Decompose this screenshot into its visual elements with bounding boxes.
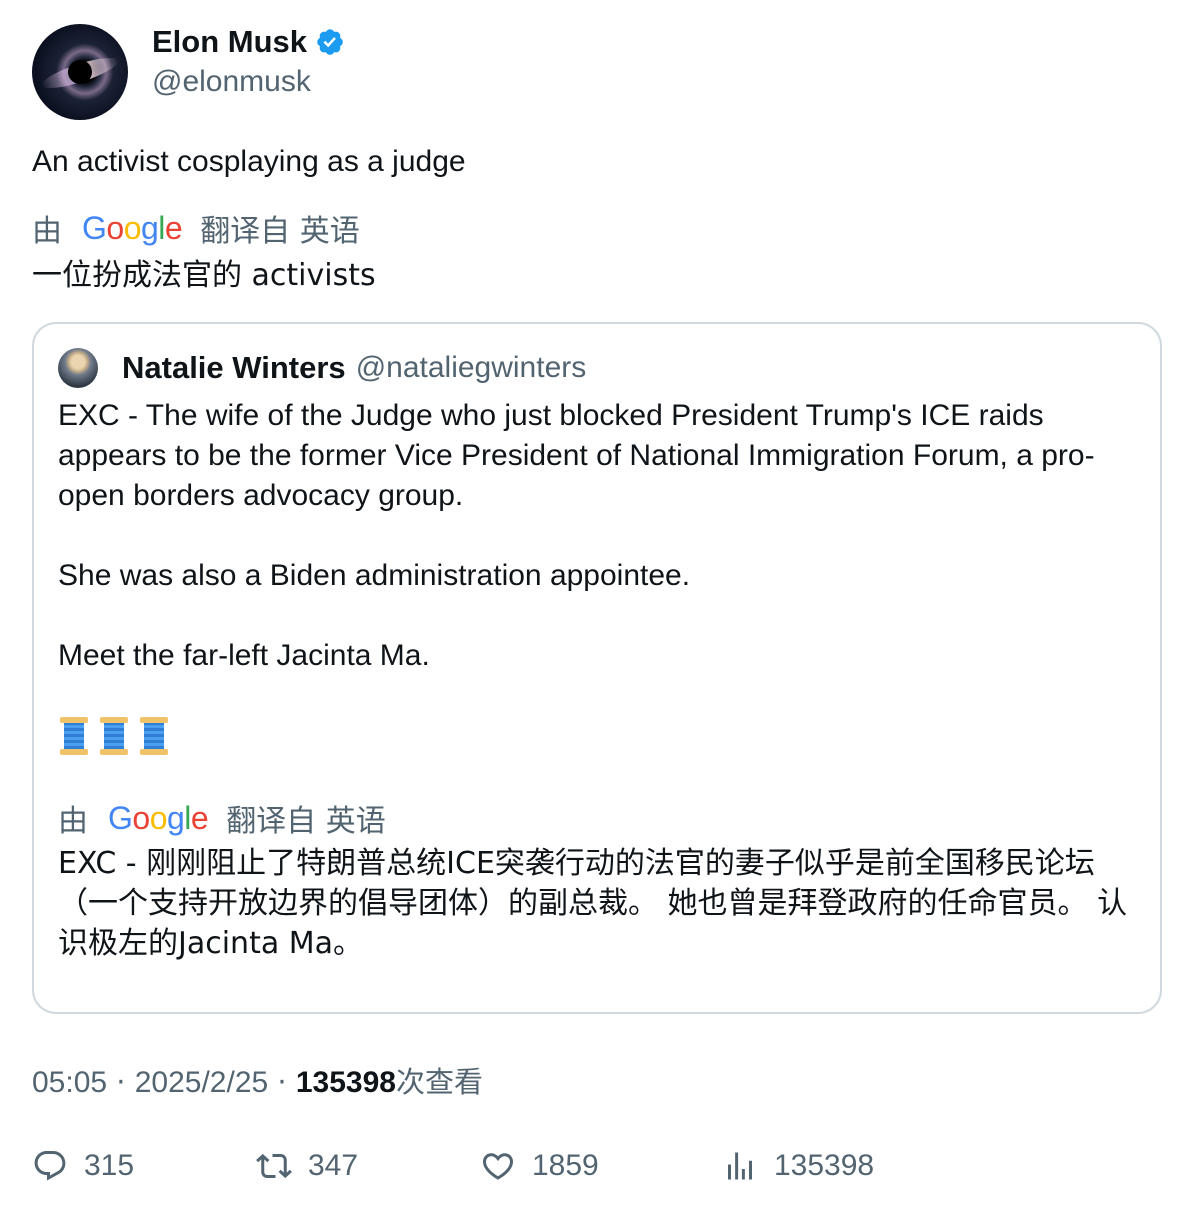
verified-badge-icon	[317, 29, 343, 55]
translation-attribution: 由 Google 翻译自 英语	[32, 208, 360, 250]
quoted-tweet[interactable]: Natalie Winters @nataliegwinters EXC - T…	[32, 322, 1162, 1014]
reply-icon	[34, 1151, 66, 1181]
retweet-button[interactable]: 347	[256, 1148, 358, 1184]
google-logo[interactable]: Google	[108, 800, 209, 837]
tweet-text: An activist cosplaying as a judge	[32, 145, 466, 178]
quoted-tweet-body: EXC - The wife of the Judge who just blo…	[58, 396, 1138, 758]
heart-icon	[482, 1153, 514, 1180]
quoted-tweet-header: Natalie Winters @nataliegwinters	[58, 348, 586, 388]
quoted-paragraph: She was also a Biden administration appo…	[58, 559, 691, 592]
spool-icon	[138, 717, 170, 755]
tweet-time[interactable]: 05:05	[32, 1066, 107, 1099]
translation-by-label: 由	[32, 214, 62, 249]
quoted-translation-attribution: 由 Google 翻译自 英语	[58, 798, 386, 840]
meta-separator: ·	[116, 1065, 126, 1099]
quoted-translation-source-label: 翻译自 英语	[226, 804, 386, 839]
display-name-row: Elon Musk	[152, 24, 345, 60]
tweet-meta: 05:05 · 2025/2/25 · 135398次查看	[32, 1062, 483, 1103]
retweet-count: 347	[308, 1149, 359, 1182]
reply-count: 315	[84, 1149, 135, 1182]
google-logo[interactable]: Google	[82, 210, 183, 247]
quoted-author-handle[interactable]: @nataliegwinters	[356, 351, 587, 385]
retweet-icon	[256, 1153, 292, 1179]
views-button[interactable]: 135398	[722, 1148, 874, 1184]
spool-icon	[98, 717, 130, 755]
tweet-date[interactable]: 2025/2/25	[135, 1066, 268, 1099]
views-action-count: 135398	[774, 1149, 875, 1182]
quoted-translation-by-label: 由	[58, 804, 88, 839]
like-count: 1859	[532, 1149, 599, 1182]
spool-icon	[58, 717, 90, 755]
reply-button[interactable]: 315	[32, 1148, 134, 1184]
author-handle[interactable]: @elonmusk	[152, 60, 345, 104]
author-avatar[interactable]	[32, 24, 128, 120]
quoted-paragraph: Meet the far-left Jacinta Ma.	[58, 639, 430, 672]
views-label: 次查看	[395, 1065, 483, 1099]
quoted-translated-text: EXC - 刚刚阻止了特朗普总统ICE突袭行动的法官的妻子似乎是前全国移民论坛（…	[58, 846, 1128, 961]
quoted-author-display-name[interactable]: Natalie Winters	[122, 350, 346, 386]
author-names: Elon Musk @elonmusk	[152, 24, 345, 120]
author-display-name[interactable]: Elon Musk	[152, 24, 307, 60]
translated-text: 一位扮成法官的 activists	[32, 258, 376, 293]
tweet-header: Elon Musk @elonmusk	[32, 24, 345, 120]
translation-source-label: 翻译自 英语	[200, 214, 360, 249]
quoted-paragraph: EXC - The wife of the Judge who just blo…	[58, 399, 1095, 512]
quoted-author-avatar[interactable]	[58, 348, 98, 388]
action-bar: 315 347 1859 135398	[32, 1148, 1162, 1192]
tweet-card: Elon Musk @elonmusk An activist cosplayi…	[0, 0, 1196, 1216]
like-button[interactable]: 1859	[480, 1148, 599, 1184]
views-count: 135398	[295, 1066, 396, 1099]
analytics-icon	[728, 1152, 752, 1180]
spool-emoji-row	[58, 714, 1138, 758]
meta-separator: ·	[277, 1065, 287, 1099]
